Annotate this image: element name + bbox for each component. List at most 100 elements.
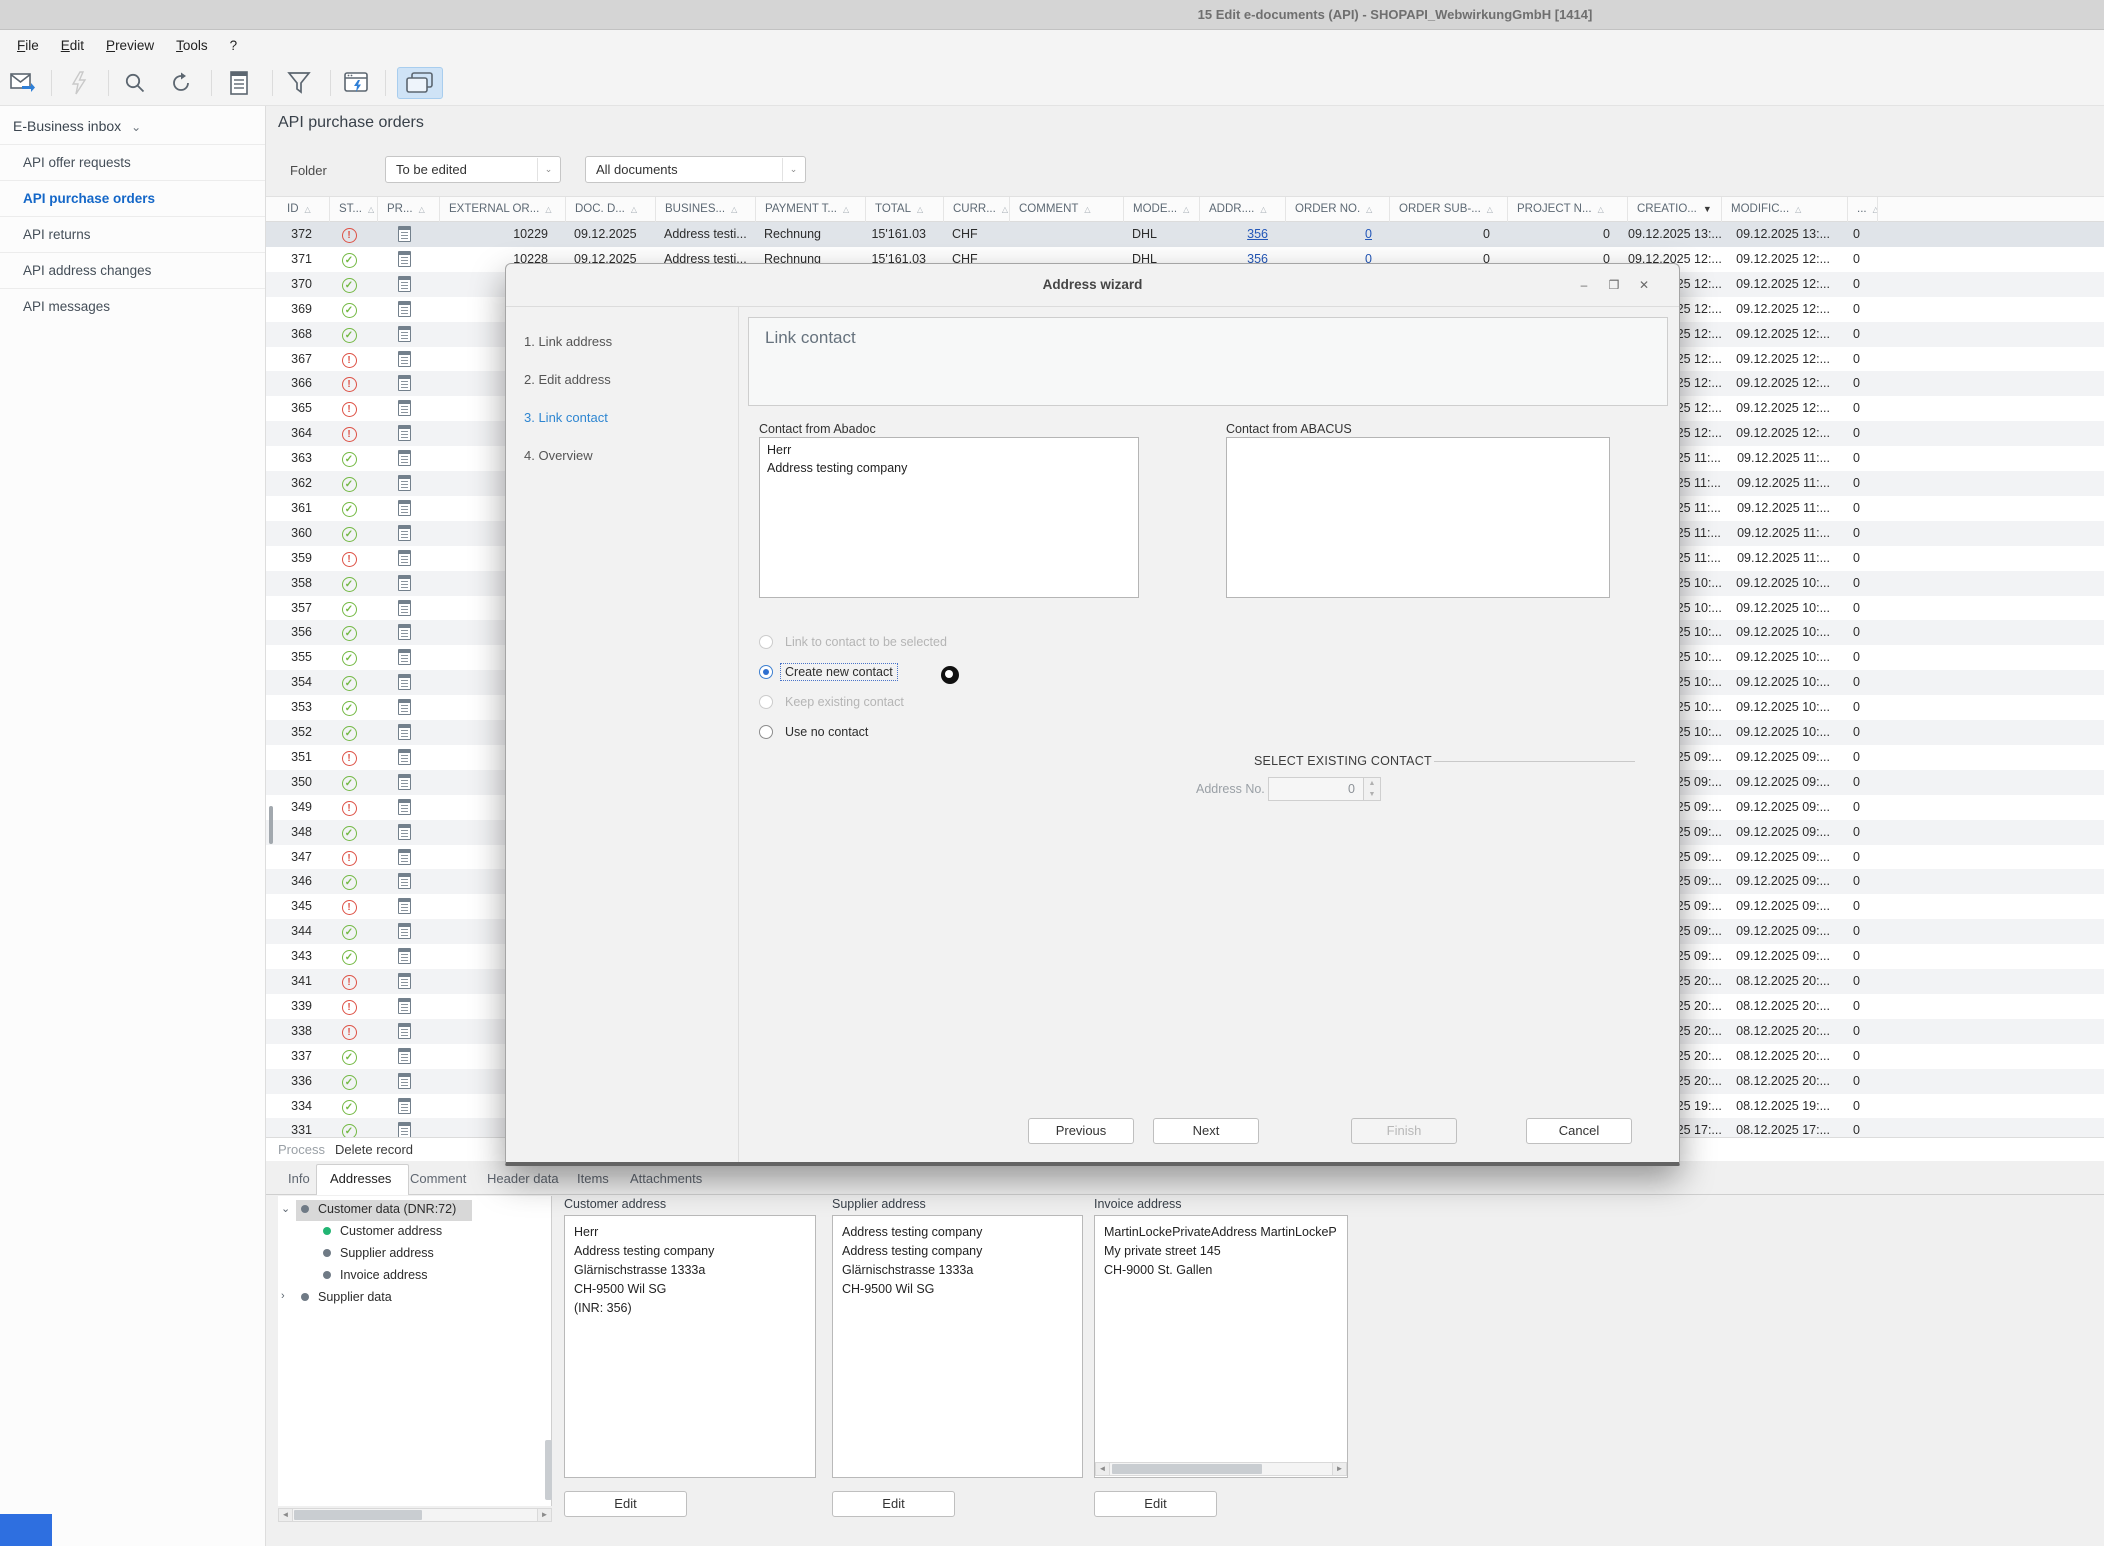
radio-icon[interactable] — [759, 725, 773, 739]
previous-button[interactable]: Previous — [1028, 1118, 1134, 1144]
edit-supplier-address-button[interactable]: Edit — [832, 1491, 955, 1517]
wizard-step-2[interactable]: 2. Edit address — [524, 372, 611, 387]
tab-attachments[interactable]: Attachments — [630, 1171, 702, 1186]
menu-item-edit[interactable]: Edit — [52, 35, 93, 56]
sidebar-item-api-returns[interactable]: API returns — [0, 216, 265, 252]
vertical-scrollbar-thumb[interactable] — [269, 806, 273, 844]
panel-horizontal-scrollbar[interactable]: ◄ ► — [1095, 1462, 1347, 1476]
column-header-addr[interactable]: ADDR.... △ — [1200, 197, 1286, 222]
cell-pr — [378, 670, 430, 695]
window-stack-button[interactable] — [397, 67, 443, 99]
column-header-comment[interactable]: COMMENT △ — [1010, 197, 1124, 222]
order_no-link[interactable]: 0 — [1365, 227, 1372, 241]
report-button[interactable] — [222, 67, 256, 99]
column-header-payment[interactable]: PAYMENT T... △ — [756, 197, 866, 222]
column-header-pr[interactable]: PR... △ — [378, 197, 440, 222]
column-header-business[interactable]: BUSINES... △ — [656, 197, 756, 222]
wizard-step-1[interactable]: 1. Link address — [524, 334, 612, 349]
column-header-mode[interactable]: MODE... △ — [1124, 197, 1200, 222]
column-header-order_sub[interactable]: ORDER SUB-... △ — [1390, 197, 1508, 222]
cell-more: 0 — [1853, 227, 1860, 241]
invoice-address-box[interactable]: MartinLockePrivateAddress MartinLockeP My… — [1094, 1215, 1348, 1478]
abacus-contact-listbox[interactable] — [1226, 437, 1610, 598]
tab-addresses[interactable]: Addresses — [330, 1171, 391, 1186]
tree-horizontal-scrollbar[interactable]: ◄ ► — [278, 1508, 552, 1522]
tree-item-customer-address[interactable]: Customer address — [340, 1224, 442, 1245]
error-status-icon: ! — [341, 800, 357, 816]
cell-modified: 09.12.2025 09:... — [1736, 774, 1830, 789]
tree-vertical-scrollbar[interactable] — [545, 1440, 552, 1500]
sidebar-item-api-purchase-orders[interactable]: API purchase orders — [0, 180, 265, 216]
column-header-total[interactable]: TOTAL △ — [866, 197, 944, 222]
scroll-right-icon[interactable]: ► — [1332, 1463, 1346, 1475]
wizard-step-4[interactable]: 4. Overview — [524, 448, 593, 463]
action-delete-record[interactable]: Delete record — [335, 1142, 413, 1157]
listbox-item[interactable]: Address testing company — [767, 459, 1131, 477]
scrollbar-thumb[interactable] — [294, 1510, 422, 1520]
addr-link[interactable]: 356 — [1247, 227, 1268, 241]
column-header-status[interactable]: ST... △ — [330, 197, 378, 222]
documents-select[interactable]: All documents ⌄ — [585, 156, 806, 183]
tab-info[interactable]: Info — [288, 1171, 310, 1186]
tree-item-invoice-address[interactable]: Invoice address — [340, 1268, 428, 1289]
menu-item-tools[interactable]: Tools — [167, 35, 217, 56]
abadoc-contact-listbox[interactable]: Herr Address testing company — [759, 437, 1139, 598]
scroll-left-icon[interactable]: ◄ — [279, 1509, 293, 1521]
tab-header-data[interactable]: Header data — [487, 1171, 559, 1186]
radio-create-new-contact[interactable]: Create new contact — [759, 662, 898, 682]
column-header-modified[interactable]: MODIFIC... △ — [1722, 197, 1848, 222]
sidebar-header[interactable]: E-Business inbox ⌄ — [13, 118, 141, 134]
chevron-down-icon[interactable]: ⌄ — [281, 1202, 290, 1215]
wizard-step-3[interactable]: 3. Link contact — [524, 410, 608, 425]
scroll-right-icon[interactable]: ► — [537, 1509, 551, 1521]
column-header-doc_date[interactable]: DOC. D... △ — [566, 197, 656, 222]
maximize-icon[interactable]: ❒ — [1601, 273, 1627, 297]
scrollbar-thumb[interactable] — [1112, 1464, 1262, 1474]
cancel-button[interactable]: Cancel — [1526, 1118, 1632, 1144]
supplier-address-box[interactable]: Address testing company Address testing c… — [832, 1215, 1083, 1478]
edit-customer-address-button[interactable]: Edit — [564, 1491, 687, 1517]
window-lightning-button[interactable] — [340, 67, 374, 99]
table-row[interactable]: 372! 10229 09.12.2025 Address testi... Rechn… — [266, 222, 2104, 247]
column-header-currency[interactable]: CURR... △ — [944, 197, 1010, 222]
lightning-button[interactable] — [62, 67, 96, 99]
sidebar-item-api-address-changes[interactable]: API address changes — [0, 252, 265, 288]
sidebar-item-api-offer-requests[interactable]: API offer requests — [0, 144, 265, 180]
cell-more: 0 — [1853, 451, 1860, 466]
folder-select[interactable]: To be edited ⌄ — [385, 156, 561, 183]
next-button[interactable]: Next — [1153, 1118, 1259, 1144]
radio-icon[interactable] — [759, 665, 773, 679]
edit-invoice-address-button[interactable]: Edit — [1094, 1491, 1217, 1517]
close-icon[interactable]: ✕ — [1631, 273, 1657, 297]
cell-doc_date: 09.12.2025 — [574, 227, 637, 241]
chevron-right-icon[interactable]: › — [281, 1290, 285, 1302]
listbox-item[interactable]: Herr — [767, 441, 1131, 459]
filter-button[interactable] — [282, 67, 316, 99]
customer-address-box[interactable]: Herr Address testing company Glärnischstra… — [564, 1215, 816, 1478]
send-mail-button[interactable] — [6, 67, 40, 99]
cell-id: 354 — [291, 675, 312, 690]
address-no-field[interactable]: 0 — [1268, 777, 1364, 801]
tab-items[interactable]: Items — [577, 1171, 609, 1186]
menu-item-file[interactable]: File — [8, 35, 48, 56]
folder-label: Folder — [290, 163, 327, 178]
menu-item-help[interactable]: ? — [221, 35, 247, 56]
tree-item-supplier-data[interactable]: Supplier data — [318, 1290, 392, 1311]
spinner-arrows[interactable]: ▲ ▼ — [1364, 777, 1381, 801]
scroll-left-icon[interactable]: ◄ — [1096, 1463, 1110, 1475]
refresh-button[interactable] — [164, 67, 198, 99]
tab-comment[interactable]: Comment — [410, 1171, 466, 1186]
column-header-id[interactable]: ID △ — [278, 197, 330, 222]
search-button[interactable] — [118, 67, 152, 99]
sidebar-item-api-messages[interactable]: API messages — [0, 288, 265, 324]
radio-use-no-contact[interactable]: Use no contact — [759, 722, 872, 742]
column-header-more[interactable]: ... △ — [1848, 197, 1878, 222]
minimize-icon[interactable]: – — [1571, 273, 1597, 297]
column-header-external[interactable]: EXTERNAL OR... △ — [440, 197, 566, 222]
menu-item-preview[interactable]: Preview — [97, 35, 163, 56]
tree-item-supplier-address[interactable]: Supplier address — [340, 1246, 434, 1267]
column-header-created[interactable]: CREATIO... ▼ — [1628, 197, 1722, 222]
column-header-project[interactable]: PROJECT N... △ — [1508, 197, 1628, 222]
column-header-order_no[interactable]: ORDER NO. △ — [1286, 197, 1390, 222]
tree-item-customer-data-dnr-72-[interactable]: Customer data (DNR:72) — [318, 1202, 456, 1223]
